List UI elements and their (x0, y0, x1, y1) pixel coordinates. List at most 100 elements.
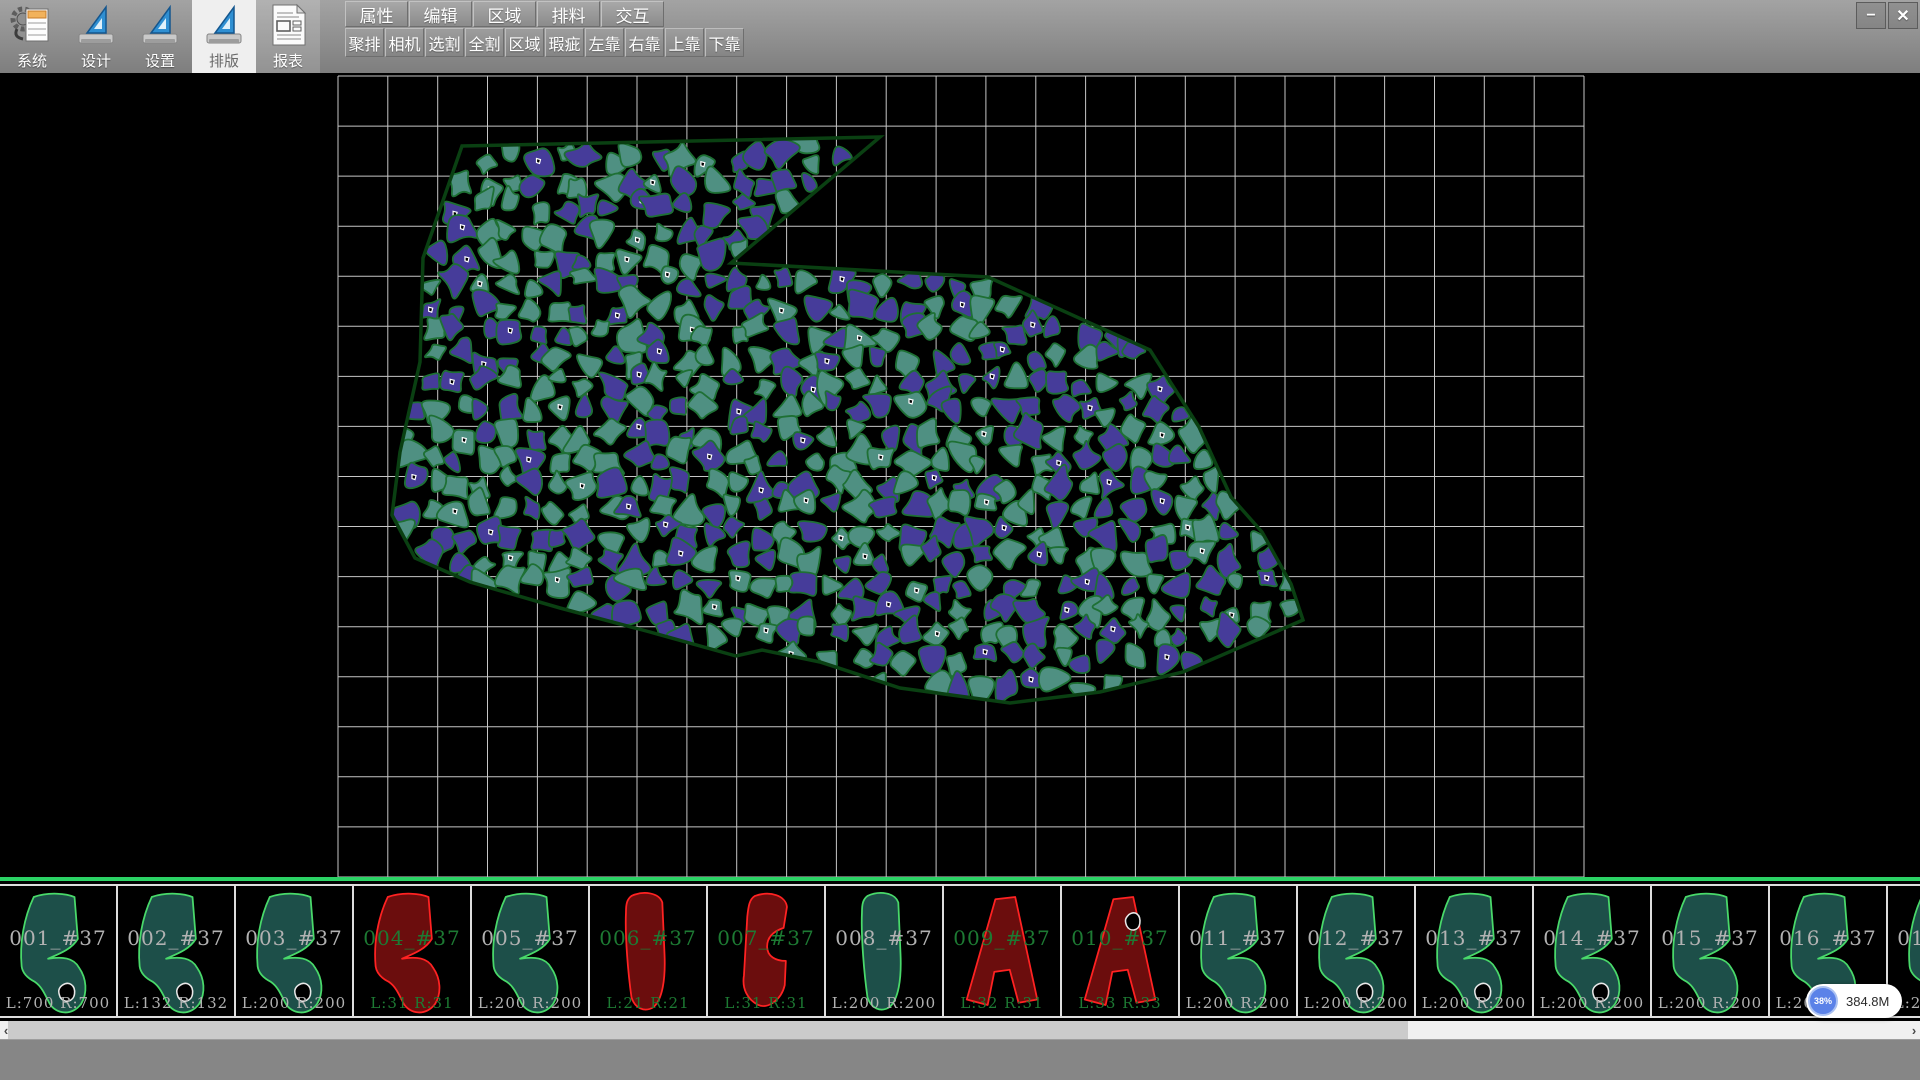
part-shape (626, 893, 665, 1010)
part-thumbnail[interactable]: 002_#37 L:132 R:132 (118, 886, 236, 1016)
progress-circle: 38% (1808, 986, 1838, 1016)
part-id-label: 002_#37 (118, 926, 234, 950)
part-lr-count-label: L:200 R:200 (1416, 994, 1532, 1012)
app-button-label: 设置 (145, 50, 175, 71)
app-button-label: 报表 (273, 50, 303, 71)
app-button-label: 系统 (17, 50, 47, 71)
part-shape (862, 893, 901, 1010)
app-button-layout[interactable]: 排版 (192, 0, 256, 73)
part-lr-count-label: L:200 R:200 (1298, 994, 1414, 1012)
part-id-label: 014_#37 (1534, 926, 1650, 950)
part-lr-count-label: L:21 R:21 (590, 994, 706, 1012)
part-thumbnail[interactable]: 013_#37 L:200 R:200 (1416, 886, 1534, 1016)
app-button-settings[interactable]: 设置 (128, 0, 192, 73)
part-id-label: 004_#37 (354, 926, 470, 950)
tool-button-region[interactable]: 区域 (505, 28, 544, 57)
tool-button-snap-down[interactable]: 下靠 (705, 28, 744, 57)
settings-ruler-icon (137, 3, 183, 47)
part-lr-count-label: L:31 R:31 (708, 994, 824, 1012)
part-thumbnail[interactable]: 010_#37 L:33 R:33 (1062, 886, 1180, 1016)
memory-size-label: 384.8M (1846, 994, 1889, 1009)
tool-button-cut-all[interactable]: 全割 (465, 28, 504, 57)
horizontal-scrollbar[interactable]: ‹ › (0, 1021, 1920, 1039)
part-id-label: 005_#37 (472, 926, 588, 950)
part-thumbnail[interactable]: 015_#37 L:200 R:200 (1652, 886, 1770, 1016)
part-lr-count-label: L:32 R:31 (944, 994, 1060, 1012)
part-shape (1085, 897, 1156, 1005)
part-lr-count-label: L:132 R:132 (118, 994, 234, 1012)
part-lr-count-label: L:200 R:200 (826, 994, 942, 1012)
part-id-label: 015_#37 (1652, 926, 1768, 950)
tool-button-camera[interactable]: 相机 (385, 28, 424, 57)
part-id-label: 011_#37 (1180, 926, 1296, 950)
part-id-label: 010_#37 (1062, 926, 1178, 950)
design-ruler-icon (73, 3, 119, 47)
app-button-report[interactable]: 报表 (256, 0, 320, 73)
part-lr-count-label: L:200 R:200 (1534, 994, 1650, 1012)
menu-tab-properties[interactable]: 属性 (345, 1, 408, 27)
scrollbar-thumb[interactable] (8, 1021, 1408, 1039)
main-toolbar: 系统设计设置排版报表 属性编辑区域排料交互 聚排相机选割全割区域瑕疵左靠右靠上靠… (0, 0, 1920, 73)
part-lr-count-label: L:200 R:200 (472, 994, 588, 1012)
memory-progress-badge[interactable]: 38% 384.8M (1806, 984, 1902, 1018)
nesting-canvas[interactable] (0, 73, 1920, 878)
app-button-label: 设计 (81, 50, 111, 71)
part-id-label: 007_#37 (708, 926, 824, 950)
parts-thumbnail-strip: 001_#37L:700 R:700002_#37L:132 R:132003_… (0, 884, 1920, 1018)
part-id-label: 001_#37 (0, 926, 116, 950)
part-thumbnail[interactable]: 001_#37 L:700 R:700 (0, 886, 118, 1016)
part-lr-count-label: L:33 R:33 (1062, 994, 1178, 1012)
minimize-button[interactable]: − (1856, 2, 1886, 29)
strip-divider-line (0, 877, 1920, 881)
app-button-label: 排版 (209, 50, 239, 71)
part-lr-count-label: L:31 R:31 (354, 994, 470, 1012)
part-id-label: 009_#37 (944, 926, 1060, 950)
nesting-canvas-svg (0, 73, 1920, 878)
part-thumbnail[interactable]: 007_#37 L:31 R:31 (708, 886, 826, 1016)
part-id-label: 012_#37 (1298, 926, 1414, 950)
tool-button-defect[interactable]: 瑕疵 (545, 28, 584, 57)
part-id-label: 013_#37 (1416, 926, 1532, 950)
scroll-right-arrow[interactable]: › (1908, 1021, 1920, 1039)
tool-button-cluster-nest[interactable]: 聚排 (345, 28, 384, 57)
part-id-label: 016_#37 (1770, 926, 1886, 950)
part-id-label: 017_#37 (1888, 926, 1920, 950)
application-window: 系统设计设置排版报表 属性编辑区域排料交互 聚排相机选割全割区域瑕疵左靠右靠上靠… (0, 0, 1920, 1080)
tool-button-snap-right[interactable]: 右靠 (625, 28, 664, 57)
part-thumbnail[interactable]: 003_#37 L:200 R:200 (236, 886, 354, 1016)
tool-button-snap-up[interactable]: 上靠 (665, 28, 704, 57)
tool-button-snap-left[interactable]: 左靠 (585, 28, 624, 57)
window-controls: − ✕ (1856, 2, 1918, 29)
part-id-label: 003_#37 (236, 926, 352, 950)
part-thumbnail[interactable]: 004_#37 L:31 R:31 (354, 886, 472, 1016)
menu-tab-row: 属性编辑区域排料交互 (345, 1, 664, 27)
part-thumbnail[interactable]: 014_#37 L:200 R:200 (1534, 886, 1652, 1016)
part-thumbnail[interactable]: 008_#37 L:200 R:200 (826, 886, 944, 1016)
part-shape (967, 897, 1038, 1005)
nested-pieces (387, 127, 1302, 712)
menu-tab-edit[interactable]: 编辑 (409, 1, 472, 27)
part-thumbnail[interactable]: 006_#37 L:21 R:21 (590, 886, 708, 1016)
close-button[interactable]: ✕ (1888, 2, 1918, 29)
part-lr-count-label: L:700 R:700 (0, 994, 116, 1012)
part-lr-count-label: L:200 R:200 (236, 994, 352, 1012)
nesting-ruler-icon (201, 3, 247, 47)
part-id-label: 008_#37 (826, 926, 942, 950)
menu-tab-region[interactable]: 区域 (473, 1, 536, 27)
tool-button-row: 聚排相机选割全割区域瑕疵左靠右靠上靠下靠 (345, 28, 744, 57)
report-doc-icon (265, 3, 311, 47)
tool-button-select-cut[interactable]: 选割 (425, 28, 464, 57)
part-thumbnail[interactable]: 011_#37 L:200 R:200 (1180, 886, 1298, 1016)
app-button-system[interactable]: 系统 (0, 0, 64, 73)
status-bar (0, 1039, 1920, 1080)
app-button-design[interactable]: 设计 (64, 0, 128, 73)
part-thumbnail[interactable]: 005_#37 L:200 R:200 (472, 886, 590, 1016)
part-lr-count-label: L:200 R:200 (1652, 994, 1768, 1012)
menu-tab-nesting[interactable]: 排料 (537, 1, 600, 27)
part-id-label: 006_#37 (590, 926, 706, 950)
part-lr-count-label: L:200 R:200 (1180, 994, 1296, 1012)
part-thumbnail[interactable]: 009_#37 L:32 R:31 (944, 886, 1062, 1016)
app-launcher: 系统 设计 设置 排版 报表 (0, 0, 320, 73)
menu-tab-interact[interactable]: 交互 (601, 1, 664, 27)
part-thumbnail[interactable]: 012_#37 L:200 R:200 (1298, 886, 1416, 1016)
